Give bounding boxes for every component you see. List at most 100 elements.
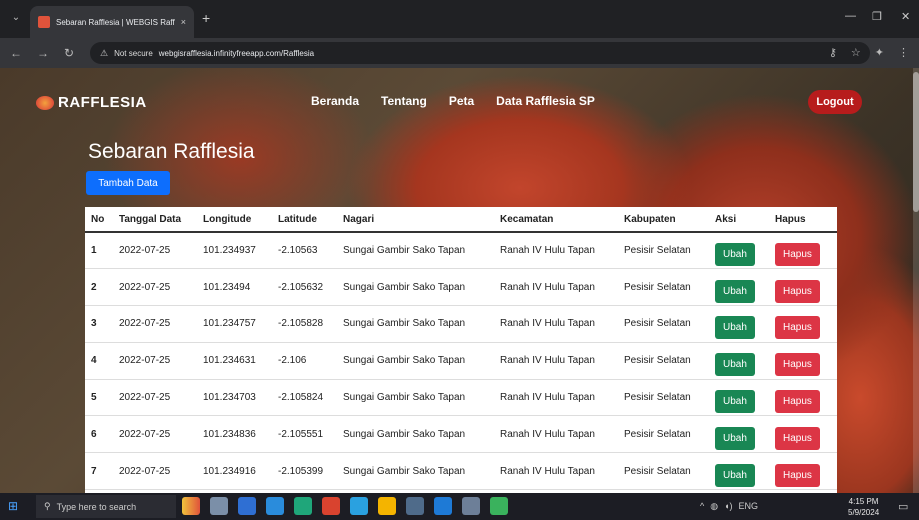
taskbar-apps — [182, 497, 508, 515]
cell-hapus: Hapus — [769, 268, 837, 307]
cell-kabupaten: Pesisir Selatan — [618, 268, 709, 307]
telegram-icon[interactable] — [350, 497, 368, 515]
tray-chevron-icon[interactable]: ^ — [700, 501, 704, 512]
hapus-button[interactable]: Hapus — [775, 463, 820, 487]
ubah-button[interactable]: Ubah — [715, 316, 755, 340]
page-scrollbar[interactable] — [913, 68, 919, 493]
app-q-icon[interactable] — [294, 497, 312, 515]
ubah-button[interactable]: Ubah — [715, 279, 755, 303]
col-no: No — [85, 207, 113, 233]
cell-aksi: Ubah — [709, 232, 769, 270]
app-flowers-icon[interactable] — [182, 497, 200, 515]
cell-aksi: Ubah — [709, 415, 769, 454]
extension-icon[interactable]: ✦ — [875, 46, 884, 59]
search-icon: ⚲ — [44, 501, 51, 511]
taskbar-search[interactable]: ⚲ Type here to search — [36, 495, 176, 518]
brand-text: RAFFLESIA — [58, 94, 147, 111]
col-kecamatan: Kecamatan — [494, 207, 618, 233]
tab-search-icon[interactable]: ⌄ — [8, 10, 24, 26]
logout-button[interactable]: Logout — [808, 90, 862, 114]
app-store-icon[interactable] — [238, 497, 256, 515]
cell-date: 2022-07-25 — [113, 415, 197, 454]
cell-latitude: -2.10563 — [272, 232, 337, 270]
hapus-button[interactable]: Hapus — [775, 316, 820, 340]
vscode-icon[interactable] — [266, 497, 284, 515]
menu-icon[interactable]: ⋮ — [898, 46, 909, 59]
col-latitude: Latitude — [272, 207, 337, 233]
main-nav: Beranda Tentang Peta Data Rafflesia SP — [311, 94, 595, 108]
reload-icon[interactable]: ↻ — [64, 45, 74, 61]
nav-data-rafflesia[interactable]: Data Rafflesia SP — [496, 94, 595, 108]
hapus-button[interactable]: Hapus — [775, 279, 820, 303]
nav-tentang[interactable]: Tentang — [381, 94, 427, 108]
network-icon[interactable]: ◍ — [710, 501, 718, 512]
cell-no: 1 — [85, 232, 113, 270]
cell-kabupaten: Pesisir Selatan — [618, 232, 709, 270]
tab-close-icon[interactable]: × — [181, 17, 186, 27]
app-green-icon[interactable] — [490, 497, 508, 515]
ubah-button[interactable]: Ubah — [715, 463, 755, 487]
close-window-icon[interactable]: ✕ — [901, 10, 910, 23]
cell-kecamatan: Ranah IV Hulu Tapan — [494, 415, 618, 454]
hapus-button[interactable]: Hapus — [775, 243, 820, 267]
back-icon[interactable]: ← — [10, 45, 22, 61]
cell-latitude: -2.106 — [272, 342, 337, 380]
nav-beranda[interactable]: Beranda — [311, 94, 359, 108]
col-hapus: Hapus — [769, 207, 837, 233]
data-table: No Tanggal Data Longitude Latitude Nagar… — [85, 207, 837, 493]
cell-nagari: Sungai Gambir Sako Tapan — [337, 379, 494, 417]
app-red-icon[interactable] — [322, 497, 340, 515]
hapus-button[interactable]: Hapus — [775, 353, 820, 377]
clock-time: 4:15 PM — [848, 497, 879, 506]
app-notes-icon[interactable] — [462, 497, 480, 515]
cell-date: 2022-07-25 — [113, 305, 197, 343]
add-data-button[interactable]: Tambah Data — [86, 171, 170, 195]
browser-tab[interactable]: Sebaran Rafflesia | WEBGIS Raffl × — [30, 6, 194, 38]
scroll-thumb[interactable] — [913, 72, 919, 212]
warning-icon: ⚠ — [100, 47, 109, 58]
col-kabupaten: Kabupaten — [618, 207, 709, 233]
minimize-icon[interactable]: — — [845, 10, 856, 22]
site-logo[interactable]: RAFFLESIA — [36, 94, 147, 111]
cell-nagari: Sungai Gambir Sako Tapan — [337, 268, 494, 307]
cell-kabupaten: Pesisir Selatan — [618, 342, 709, 380]
cell-aksi: Ubah — [709, 379, 769, 417]
maximize-icon[interactable]: ❐ — [872, 10, 882, 23]
col-longitude: Longitude — [197, 207, 272, 233]
table-header-row: No Tanggal Data Longitude Latitude Nagar… — [85, 207, 837, 233]
hapus-button[interactable]: Hapus — [775, 390, 820, 414]
volume-icon[interactable]: ◖) — [724, 501, 732, 512]
forward-icon[interactable]: → — [37, 45, 49, 61]
nav-peta[interactable]: Peta — [449, 94, 474, 108]
key-icon[interactable]: ⚷ — [829, 46, 837, 59]
windows-start-icon[interactable]: ⊞ — [8, 499, 22, 513]
app-chrome2-icon[interactable] — [406, 497, 424, 515]
table-row: 3 2022-07-25 101.234757 -2.105828 Sungai Gam… — [85, 305, 837, 343]
edge-icon[interactable] — [434, 497, 452, 515]
star-icon[interactable]: ☆ — [851, 46, 861, 59]
url-field[interactable]: ⚠ Not secure webgisrafflesia.infinityfre… — [90, 42, 870, 64]
chrome-icon[interactable] — [378, 497, 396, 515]
cell-latitude: -2.105824 — [272, 379, 337, 417]
taskbar: ⊞ ⚲ Type here to search ^ ◍ ◖) ENG 4:15 … — [0, 493, 919, 520]
cell-kecamatan: Ranah IV Hulu Tapan — [494, 232, 618, 270]
ubah-button[interactable]: Ubah — [715, 353, 755, 377]
language-label[interactable]: ENG — [739, 501, 759, 512]
cell-latitude: -2.105399 — [272, 452, 337, 491]
ubah-button[interactable]: Ubah — [715, 243, 755, 267]
cell-kabupaten: Pesisir Selatan — [618, 379, 709, 417]
cell-date: 2022-07-25 — [113, 268, 197, 307]
cell-hapus: Hapus — [769, 415, 837, 454]
notification-icon[interactable]: ▭ — [898, 500, 908, 513]
new-tab-icon[interactable]: + — [202, 10, 210, 26]
app-files-icon[interactable] — [210, 497, 228, 515]
ubah-button[interactable]: Ubah — [715, 426, 755, 450]
cell-kecamatan: Ranah IV Hulu Tapan — [494, 305, 618, 343]
cell-longitude: 101.234916 — [197, 452, 272, 491]
browser-tabstrip: ⌄ Sebaran Rafflesia | WEBGIS Raffl × + —… — [0, 0, 919, 38]
system-tray: ^ ◍ ◖) ENG — [700, 501, 758, 512]
clock[interactable]: 4:15 PM 5/9/2024 — [848, 496, 879, 518]
ubah-button[interactable]: Ubah — [715, 390, 755, 414]
favicon-icon — [38, 16, 50, 28]
hapus-button[interactable]: Hapus — [775, 426, 820, 450]
